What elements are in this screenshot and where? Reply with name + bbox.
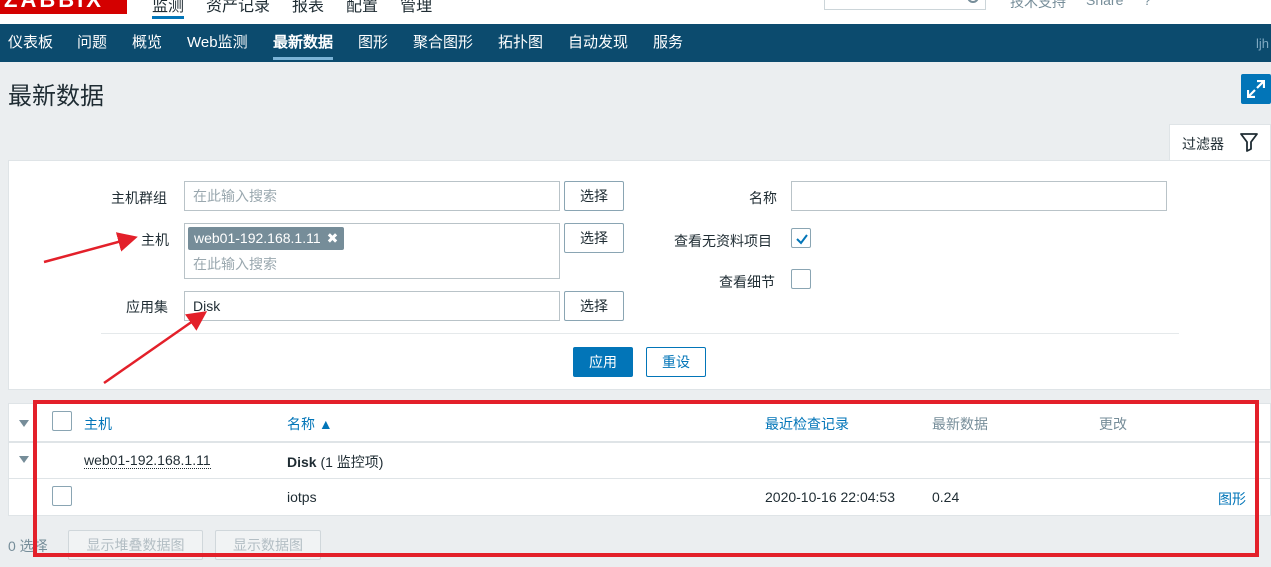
host-group-placeholder: 在此输入搜索 [193,188,277,204]
item-graph-link[interactable]: 图形 [1218,489,1246,509]
host-group-select-button[interactable]: 选择 [564,181,624,211]
host-multiselect[interactable]: web01-192.168.1.11 ✖ 在此输入搜索 [184,223,560,279]
item-last-value: 0.24 [932,489,960,505]
top-navigation: 监测 资产记录 报表 配置 管理 [152,0,432,19]
collapse-all-icon[interactable] [19,420,29,427]
menu-item-overview[interactable]: 概览 [132,34,162,52]
host-tag[interactable]: web01-192.168.1.11 ✖ [188,227,345,250]
group-app-count: (1 监控项) [320,454,384,470]
host-tag-label: web01-192.168.1.11 [194,230,321,246]
selected-count: 0 选择 [8,538,48,554]
topnav-reports[interactable]: 报表 [292,0,324,19]
select-all-checkbox[interactable] [52,411,72,431]
topnav-configuration[interactable]: 配置 [346,0,378,19]
host-select-button[interactable]: 选择 [564,223,624,253]
fullscreen-button[interactable] [1241,74,1271,104]
remove-tag-icon[interactable]: ✖ [327,230,339,246]
top-right-links: 技术支持 Share ? [1010,0,1151,12]
show-no-data-label: 查看无资料项目 [674,233,772,249]
menu-item-latest-data[interactable]: 最新数据 [273,34,334,60]
group-separator [9,478,1271,479]
header-last-value: 最新数据 [932,416,988,432]
header-host[interactable]: 主机 [84,414,112,434]
host-placeholder: 在此输入搜索 [193,256,277,272]
host-label: 主机 [141,232,169,248]
stacked-graph-button[interactable]: 显示堆叠数据图 [68,530,203,560]
filter-icon [1240,133,1258,152]
item-last-check: 2020-10-16 22:04:53 [765,489,895,505]
apply-button[interactable]: 应用 [573,347,633,377]
zabbix-logo[interactable]: ZABBIX [0,0,127,14]
user-label[interactable]: ljh [1256,36,1269,51]
expand-icon [1247,80,1265,98]
application-value: Disk [193,298,221,314]
filter-panel: 主机群组 在此输入搜索 选择 主机 web01-192.168.1.11 ✖ 在此… [8,160,1271,390]
item-name: iotps [287,489,317,505]
support-link[interactable]: 技术支持 [1010,0,1066,12]
global-search-input[interactable] [824,0,986,10]
application-select-button[interactable]: 选择 [564,291,624,321]
sub-menu-bar: 仪表板 问题 概览 Web监测 最新数据 图形 聚合图形 拓扑图 自动发现 服务… [0,24,1271,62]
header-last-check[interactable]: 最近检查记录 [765,414,849,434]
header-change: 更改 [1099,416,1127,432]
menu-item-discovery[interactable]: 自动发现 [568,34,628,52]
menu-item-problems[interactable]: 问题 [77,34,107,52]
show-no-data-checkbox[interactable] [791,228,811,248]
filter-divider [101,333,1179,334]
help-icon[interactable]: ? [1143,0,1151,12]
group-app-name: Disk [287,454,317,470]
header-separator [9,441,1271,443]
application-input[interactable]: Disk [184,291,560,321]
show-details-label: 查看细节 [719,274,775,290]
search-icon[interactable] [967,0,979,3]
menu-item-maps[interactable]: 拓扑图 [498,34,543,52]
topnav-inventory[interactable]: 资产记录 [206,0,270,19]
checkmark-icon [796,234,808,245]
reset-button[interactable]: 重设 [646,347,706,377]
expand-group-icon[interactable] [19,456,29,463]
menu-item-web[interactable]: Web监测 [187,34,248,52]
graph-button[interactable]: 显示数据图 [215,530,321,560]
menu-item-dashboard[interactable]: 仪表板 [8,34,53,52]
name-label: 名称 [749,190,777,206]
menu-item-services[interactable]: 服务 [653,34,683,52]
application-label: 应用集 [126,299,168,315]
header-name[interactable]: 名称 ▲ [287,414,333,434]
menu-item-screens[interactable]: 聚合图形 [413,34,473,52]
top-header: ZABBIX 监测 资产记录 报表 配置 管理 技术支持 Share ? [0,0,1271,24]
host-group-input[interactable]: 在此输入搜索 [184,181,560,211]
latest-data-table: 主机 名称 ▲ 最近检查记录 最新数据 更改 web01-192.168.1.1… [8,403,1271,516]
host-group-label: 主机群组 [111,190,167,206]
share-link[interactable]: Share [1086,0,1123,12]
filter-tab-label: 过滤器 [1182,136,1224,152]
filter-tab[interactable]: 过滤器 [1169,124,1271,161]
topnav-monitoring[interactable]: 监测 [152,0,185,19]
menu-item-graphs[interactable]: 图形 [358,34,388,52]
group-host-link[interactable]: web01-192.168.1.11 [84,452,211,469]
row-checkbox[interactable] [52,486,72,506]
show-details-checkbox[interactable] [791,269,811,289]
name-input[interactable] [791,181,1167,211]
group-application: Disk (1 监控项) [287,452,383,472]
topnav-administration[interactable]: 管理 [400,0,432,19]
page-title: 最新数据 [8,83,104,110]
